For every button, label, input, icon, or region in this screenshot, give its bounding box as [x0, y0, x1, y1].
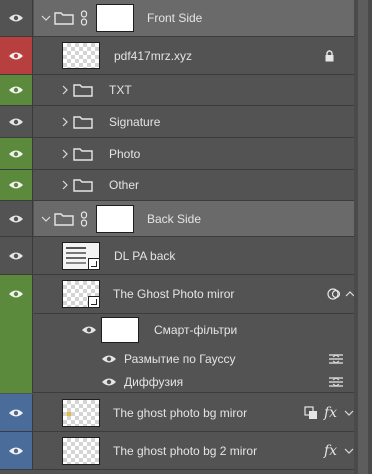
- lock-icon: [325, 49, 334, 61]
- layer-thumbnail[interactable]: [62, 42, 100, 69]
- visibility-toggle[interactable]: [0, 106, 33, 137]
- layer-row-ghost-miror[interactable]: The Ghost Photo miror: [34, 275, 355, 314]
- chevron-down-icon[interactable]: [344, 408, 354, 418]
- layer-row-dl-pa-back[interactable]: DL PA back: [0, 237, 372, 275]
- chevron-down-icon[interactable]: [41, 214, 51, 224]
- eye-icon: [9, 290, 23, 298]
- layer-row-txt[interactable]: TXT: [0, 75, 372, 106]
- layer-name: The ghost photo bg miror: [113, 405, 248, 420]
- visibility-toggle[interactable]: [0, 75, 33, 105]
- folder-icon: [73, 179, 93, 192]
- layer-name: The Ghost Photo miror: [113, 287, 235, 301]
- visibility-toggle[interactable]: [0, 37, 33, 74]
- smart-filters-label: Смарт-фільтри: [154, 323, 238, 337]
- fx-icon[interactable]: fx: [324, 443, 337, 459]
- eye-icon[interactable]: [101, 377, 117, 387]
- eye-icon[interactable]: [101, 354, 117, 364]
- chevron-right-icon[interactable]: [60, 149, 70, 159]
- document-preview: [66, 247, 86, 249]
- layer-name: TXT: [109, 83, 132, 97]
- folder-icon: [54, 12, 74, 25]
- clipping-mask-icon[interactable]: [304, 405, 318, 420]
- chevron-down-icon[interactable]: [41, 13, 51, 23]
- chevron-right-icon[interactable]: [60, 85, 70, 95]
- chevron-right-icon[interactable]: [60, 117, 70, 127]
- folder-icon: [73, 84, 93, 97]
- filter-row-diffuse[interactable]: Диффузия: [34, 370, 354, 393]
- folder-icon: [54, 212, 74, 226]
- smart-object-badge-icon: [88, 258, 100, 270]
- filter-name: Диффузия: [124, 374, 184, 389]
- layer-name: Front Side: [147, 11, 203, 25]
- blend-interior-icon[interactable]: [327, 287, 341, 301]
- layer-name: Photo: [109, 146, 141, 161]
- thumbnail-mark: [67, 412, 71, 416]
- layer-name: Other: [109, 178, 140, 192]
- layer-thumbnail[interactable]: [62, 437, 100, 465]
- layer-name: Back Side: [147, 211, 202, 226]
- eye-icon: [9, 252, 23, 259]
- chevron-down-icon[interactable]: [344, 446, 354, 456]
- eye-icon: [9, 86, 23, 94]
- visibility-toggle[interactable]: [0, 138, 33, 169]
- layer-name: Signature: [109, 114, 161, 129]
- folder-icon: [73, 147, 93, 161]
- layer-row-other[interactable]: Other: [0, 170, 372, 201]
- visibility-toggle[interactable]: [0, 201, 33, 236]
- eye-icon: [9, 215, 23, 222]
- layer-row-pdf417[interactable]: pdf417mrz.xyz: [0, 37, 372, 75]
- visibility-toggle[interactable]: [0, 432, 33, 469]
- visibility-toggle[interactable]: [0, 275, 33, 393]
- layer-thumbnail[interactable]: [62, 399, 100, 427]
- scrollbar-thumb[interactable]: [358, 0, 368, 474]
- eye-icon: [9, 409, 23, 416]
- smart-object-thumbnail[interactable]: [62, 242, 100, 270]
- filter-mask-thumbnail[interactable]: [101, 317, 139, 343]
- layer-row-signature[interactable]: Signature: [0, 106, 372, 138]
- link-icon[interactable]: [80, 210, 88, 227]
- eye-icon: [9, 447, 23, 454]
- scrollbar[interactable]: [354, 0, 372, 474]
- folder-icon: [73, 115, 93, 129]
- layer-name: DL PA back: [114, 248, 176, 263]
- eye-icon: [9, 150, 23, 157]
- visibility-toggle[interactable]: [0, 394, 33, 431]
- smart-filters-row[interactable]: Смарт-фільтри: [34, 313, 354, 347]
- layer-mask-thumbnail[interactable]: [96, 205, 134, 233]
- visibility-toggle[interactable]: [0, 237, 33, 274]
- filter-options-icon[interactable]: [328, 353, 344, 365]
- eye-icon: [9, 118, 23, 125]
- smart-object-thumbnail[interactable]: [62, 280, 100, 308]
- filter-row-gaussian-blur[interactable]: Размытие по Гауссу: [34, 347, 354, 370]
- layer-name: pdf417mrz.xyz: [114, 48, 193, 63]
- visibility-toggle[interactable]: [0, 0, 33, 36]
- layer-row-front-side[interactable]: Front Side: [0, 0, 372, 37]
- layer-block-ghost-miror: The Ghost Photo miror Смарт-фільтри Разм…: [0, 275, 372, 393]
- layer-name: The ghost photo bg 2 miror: [113, 443, 258, 458]
- eye-icon: [9, 181, 23, 189]
- layer-mask-thumbnail[interactable]: [96, 4, 134, 32]
- fx-icon[interactable]: fx: [324, 405, 337, 421]
- link-icon[interactable]: [80, 10, 88, 26]
- filter-name: Размытие по Гауссу: [124, 351, 236, 366]
- layer-row-ghost-bg[interactable]: The ghost photo bg miror fx: [0, 394, 372, 432]
- layer-row-photo[interactable]: Photo: [0, 138, 372, 170]
- layer-row-back-side[interactable]: Back Side: [0, 201, 372, 237]
- eye-icon[interactable]: [81, 325, 97, 335]
- eye-icon: [9, 14, 23, 22]
- layer-row-ghost-bg2[interactable]: The ghost photo bg 2 miror fx: [0, 432, 372, 470]
- chevron-right-icon[interactable]: [60, 180, 70, 190]
- filter-options-icon[interactable]: [328, 376, 344, 388]
- smart-object-badge-icon: [88, 296, 100, 308]
- eye-icon: [9, 52, 23, 59]
- visibility-toggle[interactable]: [0, 170, 33, 200]
